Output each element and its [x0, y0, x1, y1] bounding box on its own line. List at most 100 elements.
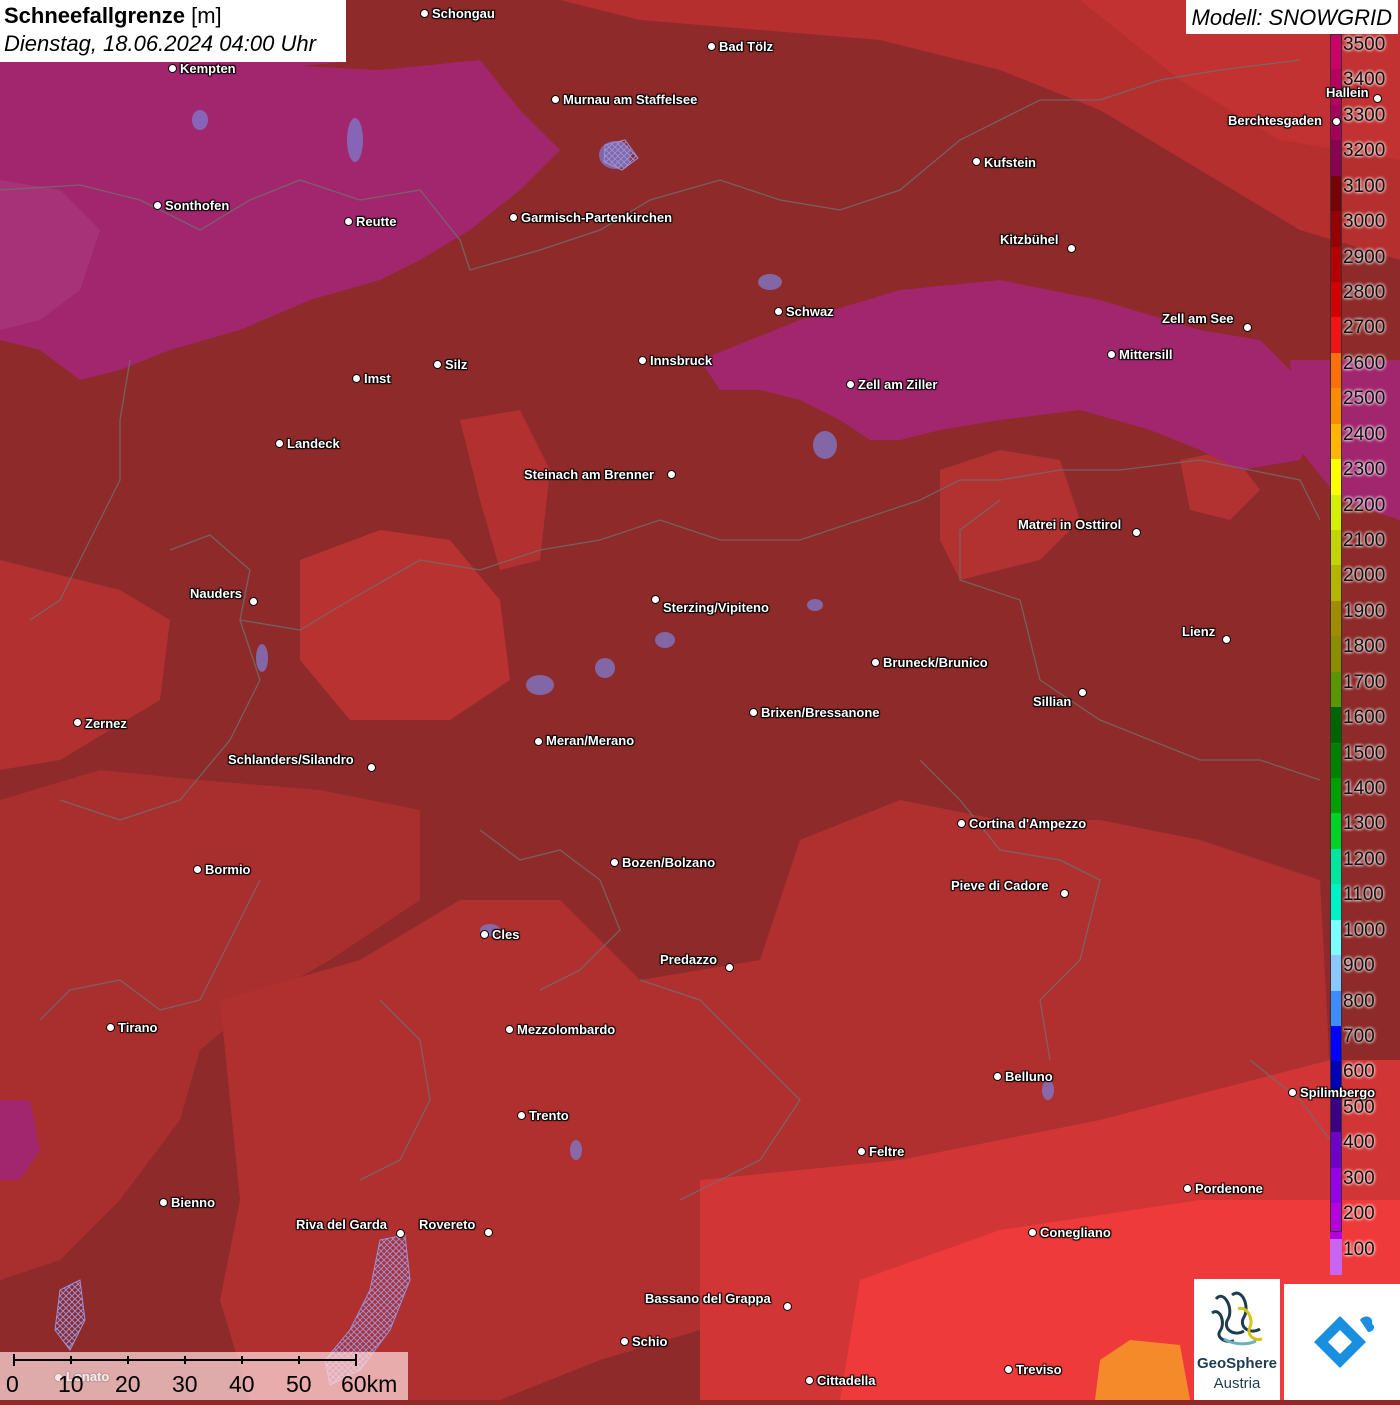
city-label[interactable]: Silz	[445, 358, 467, 372]
scale-label-10: 10	[58, 1371, 84, 1397]
map-title-box: Schneefallgrenze [m] Dienstag, 18.06.202…	[0, 0, 346, 62]
city-label[interactable]: Landeck	[287, 437, 340, 451]
city-label[interactable]: Trento	[529, 1109, 569, 1123]
city-marker	[484, 1228, 493, 1237]
city-label[interactable]: Riva del Garda	[296, 1218, 387, 1232]
city-label[interactable]: Mittersill	[1119, 348, 1172, 362]
legend-label: 3300	[1343, 104, 1386, 126]
city-marker	[749, 708, 758, 717]
city-label[interactable]: Schio	[632, 1335, 667, 1349]
city-marker	[972, 157, 981, 166]
geosphere-logo-subtext: Austria	[1213, 1375, 1261, 1392]
title-unit: [m]	[191, 3, 222, 28]
city-label[interactable]: Kitzbühel	[1000, 233, 1059, 247]
city-label[interactable]: Garmisch-Partenkirchen	[521, 211, 672, 225]
city-marker	[344, 217, 353, 226]
legend-label: 2900	[1343, 246, 1386, 268]
city-label[interactable]: Sonthofen	[165, 199, 229, 213]
city-label[interactable]: Sillian	[1033, 695, 1071, 709]
city-label[interactable]: Belluno	[1005, 1070, 1053, 1084]
city-label[interactable]: Pieve di Cadore	[951, 879, 1049, 893]
city-marker	[1060, 889, 1069, 898]
city-marker	[551, 95, 560, 104]
city-label[interactable]: Hallein	[1326, 86, 1369, 100]
legend-label: 2000	[1343, 565, 1386, 587]
city-label[interactable]: Treviso	[1016, 1363, 1062, 1377]
city-label[interactable]: Zell am See	[1162, 312, 1234, 326]
city-marker	[620, 1337, 629, 1346]
city-marker	[534, 737, 543, 746]
city-label[interactable]: Tirano	[118, 1021, 158, 1035]
city-label[interactable]: Cortina d'Ampezzo	[969, 817, 1086, 831]
scale-label-0: 0	[6, 1371, 19, 1397]
legend-label: 2700	[1343, 317, 1386, 339]
city-marker	[1222, 635, 1231, 644]
city-label[interactable]: Predazzo	[660, 953, 717, 967]
city-label[interactable]: Kempten	[180, 62, 236, 76]
city-label[interactable]: Bad Tölz	[719, 40, 773, 54]
city-label[interactable]: Mezzolombardo	[517, 1023, 615, 1037]
city-label[interactable]: Meran/Merano	[546, 734, 634, 748]
city-marker	[638, 356, 647, 365]
scale-label-60km: 60km	[341, 1371, 398, 1397]
city-label[interactable]: Rovereto	[419, 1218, 475, 1232]
city-label[interactable]: Cittadella	[817, 1374, 876, 1388]
city-label[interactable]: Murnau am Staffelsee	[563, 93, 697, 107]
city-label[interactable]: Schongau	[432, 7, 495, 21]
legend-label: 1700	[1343, 671, 1386, 693]
city-marker	[725, 963, 734, 972]
city-label[interactable]: Kufstein	[984, 156, 1036, 170]
city-marker	[871, 658, 880, 667]
map-title: Schneefallgrenze [m]	[4, 2, 342, 30]
city-label[interactable]: Bassano del Grappa	[645, 1292, 771, 1306]
city-marker	[168, 64, 177, 73]
city-marker	[480, 930, 489, 939]
city-label[interactable]: Feltre	[869, 1145, 904, 1159]
city-marker	[1107, 350, 1116, 359]
city-label[interactable]: Schwaz	[786, 305, 834, 319]
mountain-app-icon	[1314, 1316, 1375, 1368]
legend-label: 2100	[1343, 530, 1386, 552]
city-label[interactable]: Bienno	[171, 1196, 215, 1210]
city-label[interactable]: Nauders	[190, 587, 242, 601]
scale-label-40: 40	[229, 1371, 255, 1397]
city-marker	[957, 819, 966, 828]
legend-label: 1500	[1343, 742, 1386, 764]
city-label[interactable]: Spilimbergo	[1300, 1086, 1375, 1100]
legend-label: 1100	[1343, 884, 1384, 906]
legend-label: 800	[1343, 990, 1375, 1012]
city-label[interactable]: Conegliano	[1040, 1226, 1111, 1240]
city-label[interactable]: Zernez	[85, 717, 127, 731]
legend-label: 100	[1343, 1238, 1375, 1260]
city-label[interactable]: Imst	[364, 372, 391, 386]
city-label[interactable]: Brixen/Bressanone	[761, 706, 880, 720]
city-label[interactable]: Steinach am Brenner	[524, 468, 654, 482]
city-label[interactable]: Reutte	[356, 215, 396, 229]
city-label[interactable]: Lienz	[1182, 625, 1215, 639]
city-label[interactable]: Berchtesgaden	[1228, 114, 1322, 128]
geosphere-logo[interactable]: GeoSphere Austria	[1194, 1279, 1280, 1400]
city-label[interactable]: Zell am Ziller	[858, 378, 937, 392]
city-label[interactable]: Cles	[492, 928, 519, 942]
legend-label: 2800	[1343, 282, 1386, 303]
city-label[interactable]: Schlanders/Silandro	[228, 753, 354, 767]
app-logo[interactable]	[1284, 1284, 1400, 1400]
city-marker	[1332, 117, 1341, 126]
city-marker	[396, 1229, 405, 1238]
city-label[interactable]: Matrei in Osttirol	[1018, 518, 1121, 532]
scale-label-50: 50	[286, 1371, 312, 1397]
legend-label: 1800	[1343, 636, 1386, 658]
city-label[interactable]: Bozen/Bolzano	[622, 856, 715, 870]
legend-label: 600	[1343, 1061, 1375, 1083]
city-marker	[509, 213, 518, 222]
legend-label: 1400	[1343, 778, 1386, 800]
legend-label: 1900	[1343, 600, 1386, 622]
city-label[interactable]: Bruneck/Brunico	[883, 656, 988, 670]
legend-label: 3200	[1343, 140, 1386, 162]
city-label[interactable]: Innsbruck	[650, 354, 712, 368]
city-marker	[805, 1376, 814, 1385]
city-label[interactable]: Pordenone	[1195, 1182, 1263, 1196]
city-label[interactable]: Bormio	[205, 863, 251, 877]
city-marker	[193, 865, 202, 874]
city-label[interactable]: Sterzing/Vipiteno	[663, 601, 769, 615]
